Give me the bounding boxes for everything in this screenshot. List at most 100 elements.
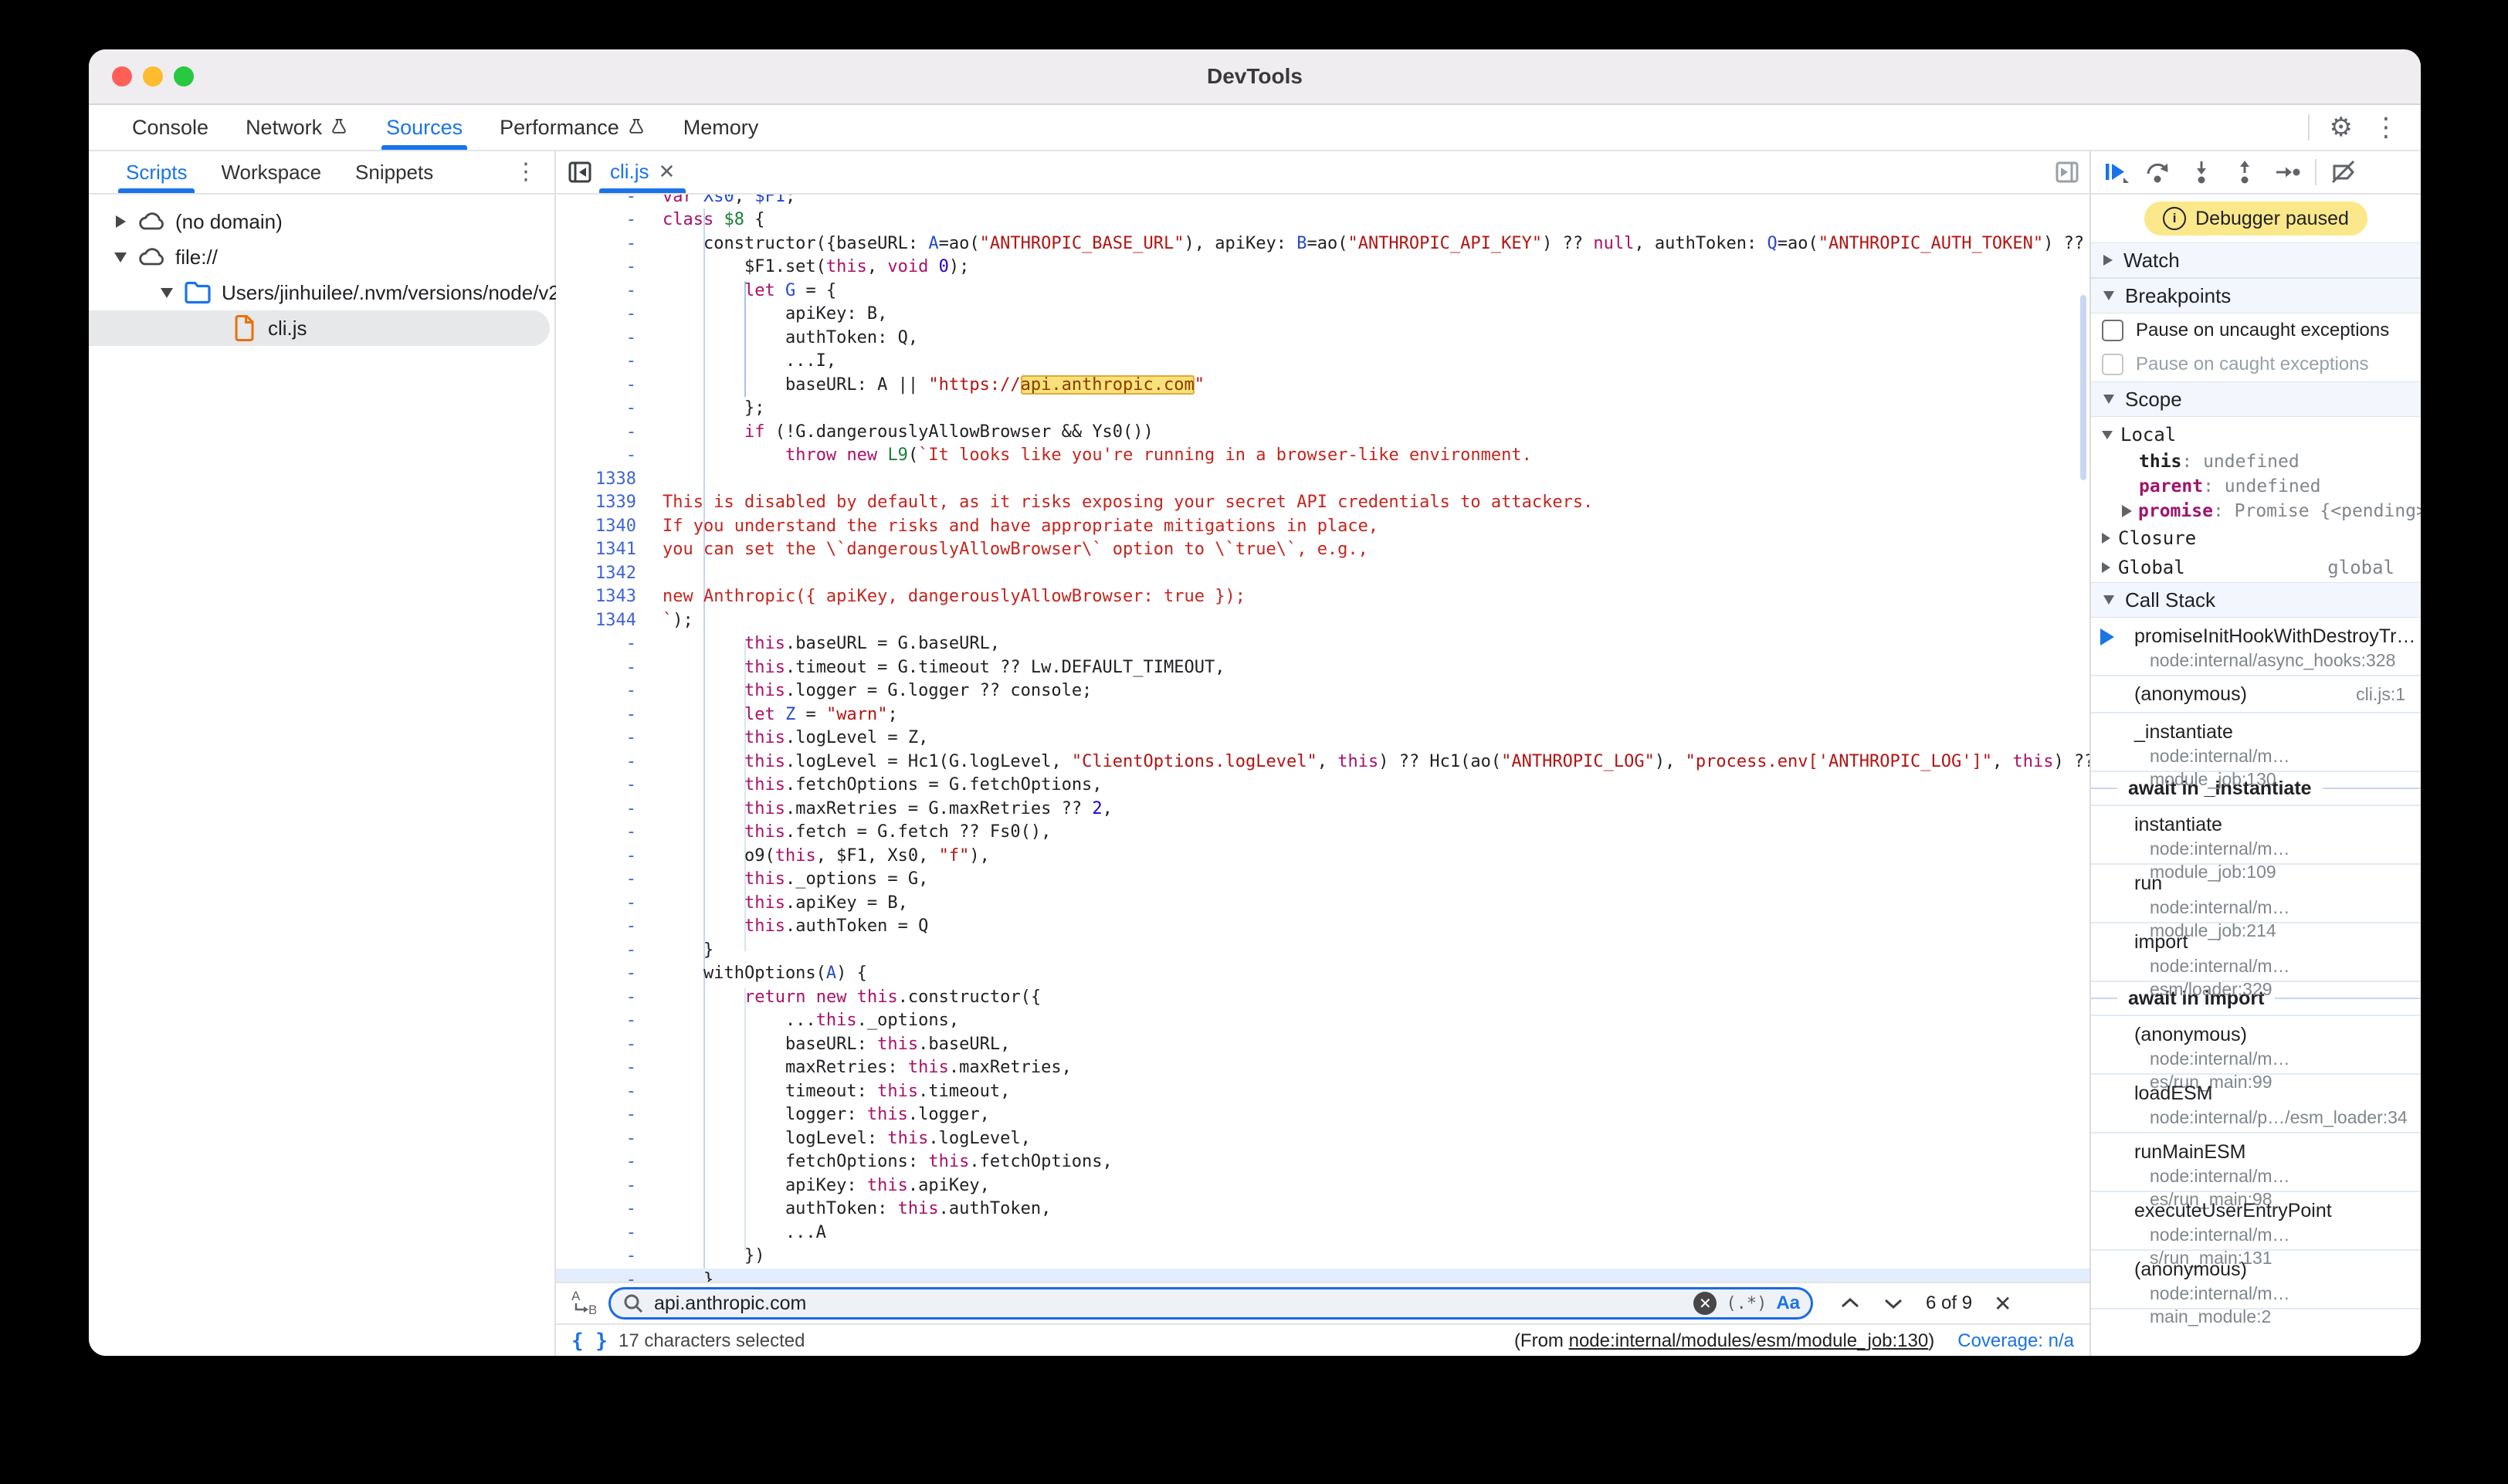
line-number[interactable]: - [556, 256, 649, 280]
call-stack-frame[interactable]: (anonymous)node:internal/m…es/run_main:9… [2091, 1016, 2421, 1075]
code-line[interactable]: - this.baseURL = G.baseURL, [556, 632, 2089, 656]
tree-item-users-jinhuilee-nvm-versions-node-v2-[interactable]: Users/jinhuilee/.nvm/versions/node/v2… [89, 275, 554, 310]
checkbox[interactable] [2102, 354, 2123, 375]
search-input[interactable]: api.anthropic.com ✕ (.*) Aa [608, 1287, 1813, 1320]
section-call-stack[interactable]: Call Stack [2091, 582, 2421, 618]
line-number[interactable]: - [556, 845, 649, 869]
line-number[interactable]: - [556, 986, 649, 1010]
code-line[interactable]: - ...this._options, [556, 1009, 2089, 1033]
code-line[interactable]: - ...A [556, 1221, 2089, 1245]
code-line[interactable]: - this.logLevel = Z, [556, 727, 2089, 750]
code-line[interactable]: - this.logLevel = Hc1(G.logLevel, "Clien… [556, 750, 2089, 774]
code-line[interactable]: - authToken: Q, [556, 327, 2089, 351]
code-line[interactable]: - maxRetries: this.maxRetries, [556, 1056, 2089, 1080]
scope-group-global[interactable]: Globalglobal [2091, 553, 2421, 582]
scope-variable-parent[interactable]: parent: undefined [2091, 474, 2421, 499]
line-number[interactable]: - [556, 350, 649, 374]
code-line[interactable]: - this.maxRetries = G.maxRetries ?? 2, [556, 798, 2089, 822]
line-number[interactable]: - [556, 892, 649, 916]
code-line[interactable]: -var Xs0, $F1; [556, 195, 2089, 209]
section-scope[interactable]: Scope [2091, 381, 2421, 417]
code-line[interactable]: - logger: this.logger, [556, 1103, 2089, 1127]
line-number[interactable]: - [556, 232, 649, 256]
code-line[interactable]: - this.logger = G.logger ?? console; [556, 679, 2089, 703]
line-number[interactable]: - [556, 821, 649, 845]
line-number[interactable]: - [556, 1056, 649, 1080]
code-line[interactable]: - if (!G.dangerouslyAllowBrowser && Ys0(… [556, 421, 2089, 445]
line-number[interactable]: - [556, 195, 649, 209]
line-number[interactable]: - [556, 327, 649, 351]
call-stack-frame[interactable]: runnode:internal/m…module_job:214 [2091, 865, 2421, 923]
line-number[interactable]: - [556, 1033, 649, 1057]
tree-item-file-[interactable]: file:// [89, 239, 554, 275]
code-line[interactable]: - baseURL: A || "https://api.anthropic.c… [556, 374, 2089, 398]
chevron-right-icon[interactable] [2122, 505, 2132, 517]
line-number[interactable]: - [556, 1080, 649, 1104]
code-line[interactable]: - }; [556, 397, 2089, 421]
line-number[interactable]: - [556, 1245, 649, 1269]
call-stack-frame[interactable]: promiseInitHookWithDestroyTr…node:intern… [2091, 618, 2421, 676]
code-line[interactable]: - fetchOptions: this.fetchOptions, [556, 1150, 2089, 1174]
line-number[interactable]: - [556, 774, 649, 798]
call-stack-frame[interactable]: executeUserEntryPointnode:internal/m…s/r… [2091, 1192, 2421, 1251]
line-number[interactable]: 1343 [556, 585, 649, 609]
line-number[interactable]: - [556, 1009, 649, 1033]
line-number[interactable]: 1338 [556, 468, 649, 492]
call-stack-frame[interactable]: (anonymous)cli.js:1 [2091, 676, 2421, 713]
code-line[interactable]: - let Z = "warn"; [556, 703, 2089, 727]
tree-item--no-domain-[interactable]: (no domain) [89, 204, 554, 239]
line-number[interactable]: - [556, 444, 649, 468]
clear-search-icon[interactable]: ✕ [1693, 1292, 1717, 1315]
line-number[interactable]: - [556, 727, 649, 750]
line-number[interactable]: - [556, 397, 649, 421]
coverage-link[interactable]: Coverage: n/a [1957, 1330, 2074, 1352]
line-number[interactable]: 1341 [556, 538, 649, 562]
code-line[interactable]: - } [556, 939, 2089, 963]
code-editor[interactable]: -var Xs0, $F1;-class $8 {- constructor({… [556, 195, 2089, 1282]
line-number[interactable]: - [556, 1150, 649, 1174]
code-line[interactable]: - this.apiKey = B, [556, 892, 2089, 916]
section-breakpoints[interactable]: Breakpoints [2091, 278, 2421, 313]
close-tab-icon[interactable]: ✕ [659, 160, 676, 184]
code-line[interactable]: - withOptions(A) { [556, 962, 2089, 986]
code-line[interactable]: - logLevel: this.logLevel, [556, 1127, 2089, 1151]
line-number[interactable]: - [556, 1269, 649, 1282]
call-stack-frame[interactable]: _instantiatenode:internal/m…module_job:1… [2091, 713, 2421, 772]
deactivate-breakpoints-icon[interactable] [2327, 156, 2360, 188]
line-number[interactable]: - [556, 208, 649, 232]
scope-group-closure[interactable]: Closure [2091, 523, 2421, 553]
tree-right-arrow-icon[interactable] [109, 215, 132, 228]
line-number[interactable]: - [556, 656, 649, 680]
replace-toggle-icon[interactable]: AB [570, 1288, 596, 1319]
code-line[interactable]: - $F1.set(this, void 0); [556, 256, 2089, 280]
editor-scrollbar[interactable] [2080, 295, 2086, 480]
sidebar-tab-snippets[interactable]: Snippets [338, 151, 450, 193]
line-number[interactable]: - [556, 280, 649, 303]
tree-down-arrow-icon[interactable] [155, 288, 178, 298]
step-out-icon[interactable] [2228, 156, 2261, 188]
line-number[interactable]: - [556, 798, 649, 822]
resume-script-icon[interactable] [2099, 156, 2131, 188]
previous-match-icon[interactable] [1839, 1296, 1861, 1311]
line-number[interactable]: - [556, 962, 649, 986]
call-stack-frame[interactable]: instantiatenode:internal/m…module_job:10… [2091, 806, 2421, 865]
tab-memory[interactable]: Memory [668, 105, 774, 150]
code-line[interactable]: 1342 [556, 562, 2089, 586]
line-number[interactable]: - [556, 1198, 649, 1221]
code-line[interactable]: - this.authToken = Q [556, 915, 2089, 939]
line-number[interactable]: - [556, 750, 649, 774]
line-number[interactable]: - [556, 868, 649, 892]
line-number[interactable]: 1342 [556, 562, 649, 586]
step-over-icon[interactable] [2142, 156, 2174, 188]
tree-down-arrow-icon[interactable] [109, 252, 132, 263]
line-number[interactable]: - [556, 421, 649, 445]
code-line[interactable]: - apiKey: this.apiKey, [556, 1174, 2089, 1198]
code-line[interactable]: - apiKey: B, [556, 303, 2089, 327]
code-line[interactable]: - }) [556, 1245, 2089, 1269]
code-line[interactable]: -class $8 { [556, 208, 2089, 232]
scope-group-local[interactable]: Local [2091, 420, 2421, 449]
code-line[interactable]: - } [556, 1269, 2089, 1282]
code-line[interactable]: 1343new Anthropic({ apiKey, dangerouslyA… [556, 585, 2089, 609]
close-search-icon[interactable]: ✕ [1994, 1291, 2011, 1316]
tab-performance[interactable]: Performance [484, 105, 662, 150]
